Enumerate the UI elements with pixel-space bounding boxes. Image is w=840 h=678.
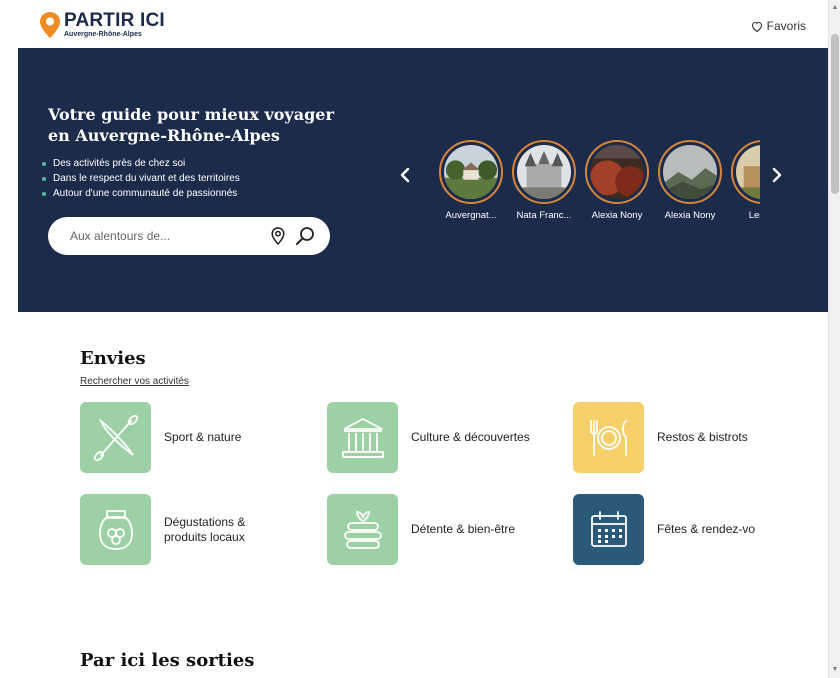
jar-icon [98, 509, 133, 550]
chevron-left-icon [400, 167, 410, 183]
carousel-card-name: Nata Franc... [516, 210, 572, 221]
misty-valley-photo [663, 145, 717, 199]
carousel-card-name: Auvergnat... [445, 210, 497, 221]
carousel-card[interactable]: Nata Franc... [509, 140, 579, 221]
search-icon[interactable] [294, 225, 316, 247]
spa-stones-icon [343, 510, 382, 549]
hero-bullet: Des activités près de chez soi [42, 156, 240, 171]
favorites-label: Favoris [766, 19, 806, 33]
carousel-card-name: Alexia Nony [591, 210, 643, 221]
search-activities-link[interactable]: Rechercher vos activités [80, 376, 189, 387]
carousel-prev-button[interactable] [398, 166, 414, 186]
calendar-icon [590, 510, 627, 547]
heart-icon [751, 21, 762, 32]
village-photo [736, 145, 760, 199]
page-scrollbar[interactable]: ▲ ▼ [828, 0, 840, 678]
carousel-card[interactable]: Auvergnat... [436, 140, 506, 221]
site-logo[interactable]: PARTIR ICI Auvergne-Rhône-Alpes [40, 10, 165, 38]
logo-subtitle: Auvergne-Rhône-Alpes [64, 31, 142, 38]
community-carousel: Auvergnat... Nata Franc... Alexia Nony A… [436, 140, 760, 230]
bullet-dot [42, 176, 46, 181]
location-search-input[interactable] [70, 227, 250, 245]
scrollbar-thumb[interactable] [831, 34, 839, 194]
kayak-icon [93, 414, 138, 461]
carousel-card-name: Alexia Nony [664, 210, 716, 221]
category-tile [573, 402, 644, 473]
hero-banner: Votre guide pour mieux voyager en Auverg… [18, 48, 828, 312]
castle-photo [517, 145, 571, 199]
geolocate-pin-icon[interactable] [268, 226, 288, 246]
category-tile [80, 494, 151, 565]
landscape-photo [444, 145, 498, 199]
category-tile [80, 402, 151, 473]
envies-heading: Envies [80, 348, 146, 369]
hero-title: Votre guide pour mieux voyager en Auverg… [48, 105, 334, 145]
carousel-card-name: Les pe [748, 210, 760, 221]
category-label: Restos & bistrots [657, 430, 748, 444]
hero-bullet-list: Des activités près de chez soi Dans le r… [42, 156, 240, 201]
location-pin-logo-icon [40, 12, 60, 38]
carousel-card[interactable]: Les pe [728, 140, 760, 221]
hero-bullet: Dans le respect du vivant et des territo… [42, 171, 240, 186]
category-tile [573, 494, 644, 565]
category-fetes-rendez-vous[interactable]: Fêtes & rendez-vo [573, 494, 755, 565]
museum-icon [341, 417, 384, 458]
category-detente-bien-etre[interactable]: Détente & bien-être [327, 494, 515, 565]
plate-cutlery-icon [589, 419, 627, 456]
location-search-bar [48, 217, 330, 255]
sorties-heading: Par ici les sorties [80, 650, 255, 671]
category-tile [327, 494, 398, 565]
category-sport-nature[interactable]: Sport & nature [80, 402, 241, 473]
category-label: Détente & bien-être [411, 522, 516, 536]
category-label: Sport & nature [164, 430, 242, 444]
category-restos-bistrots[interactable]: Restos & bistrots [573, 402, 748, 473]
favorites-link[interactable]: Favoris [751, 19, 806, 33]
carousel-next-button[interactable] [770, 166, 786, 186]
carousel-card[interactable]: Alexia Nony [655, 140, 725, 221]
hero-bullet: Autour d'une communauté de passionnés [42, 186, 240, 201]
scroll-up-arrow-icon[interactable]: ▲ [829, 2, 840, 14]
category-label: Dégustations & produits locaux [164, 514, 246, 544]
scroll-down-arrow-icon[interactable]: ▼ [829, 664, 840, 676]
category-tile [327, 402, 398, 473]
logo-title: PARTIR ICI [64, 10, 165, 31]
category-label: Culture & découvertes [411, 430, 530, 444]
category-culture-decouvertes[interactable]: Culture & découvertes [327, 402, 530, 473]
site-header: PARTIR ICI Auvergne-Rhône-Alpes Favoris [0, 0, 828, 48]
autumn-forest-photo [590, 145, 646, 199]
carousel-card[interactable]: Alexia Nony [582, 140, 652, 221]
bullet-dot [42, 161, 46, 166]
chevron-right-icon [772, 167, 782, 183]
bullet-dot [42, 191, 46, 196]
category-degustations[interactable]: Dégustations & produits locaux [80, 494, 245, 565]
category-label: Fêtes & rendez-vo [657, 522, 756, 536]
